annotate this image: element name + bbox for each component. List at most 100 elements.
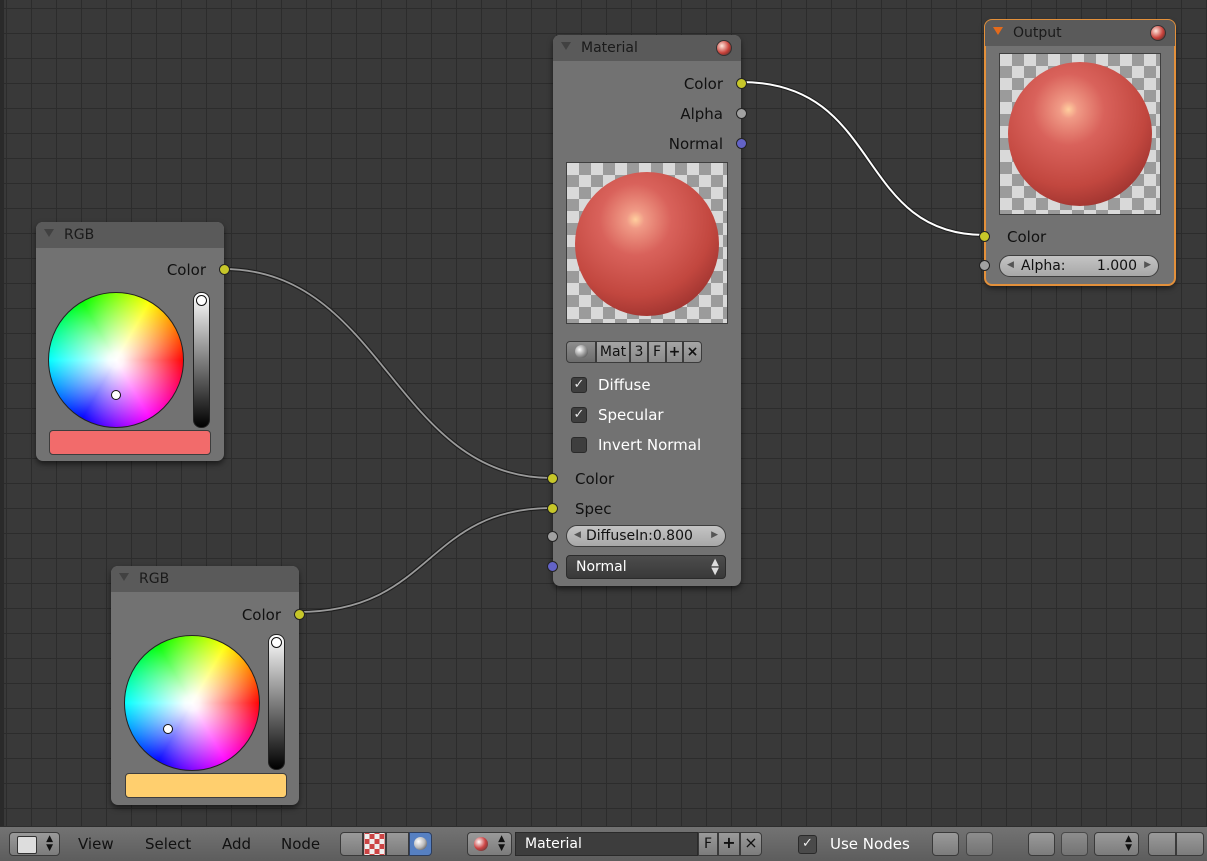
checkbox-check-icon[interactable]: ✓: [571, 377, 587, 393]
color-swatch[interactable]: [49, 430, 211, 455]
paste-nodes-icon[interactable]: [1176, 832, 1204, 856]
collapse-triangle-icon[interactable]: [993, 27, 1003, 35]
color-wheel-cursor[interactable]: [163, 724, 173, 734]
fake-user-button[interactable]: F: [648, 341, 666, 363]
node-editor-icon: [17, 836, 37, 854]
use-nodes-label: Use Nodes: [830, 835, 910, 853]
unlink-material-icon[interactable]: ×: [740, 832, 762, 856]
material-preview-icon[interactable]: [1150, 25, 1166, 41]
fake-user-button[interactable]: F: [698, 832, 718, 856]
checkbox-check-icon[interactable]: ✓: [571, 407, 587, 423]
checkbox-label: Specular: [598, 406, 664, 424]
menu-select[interactable]: Select: [145, 835, 191, 853]
color-wheel[interactable]: [124, 635, 260, 771]
color-wheel[interactable]: [48, 292, 184, 428]
updown-arrows-icon: ▲ ▼: [1125, 834, 1132, 853]
value-slider[interactable]: [193, 292, 210, 428]
value-slider[interactable]: [268, 634, 285, 770]
material-node[interactable]: Material Color Alpha Normal Mat 3 F + ×: [547, 35, 747, 586]
field-value: 1.000: [1096, 258, 1137, 274]
snap-icon[interactable]: [1061, 832, 1088, 856]
texture-nodes-icon[interactable]: [363, 832, 386, 856]
updown-arrows-icon: ▲ ▼: [498, 834, 505, 853]
diffuse-intensity-field[interactable]: ◀ DiffuseIn:0.800 ▶: [566, 525, 726, 547]
socket-label: Color: [166, 261, 206, 279]
collapse-triangle-icon[interactable]: [561, 42, 571, 50]
output-node[interactable]: Output Color ◀ Alpha: 1.000 ▶: [979, 19, 1176, 286]
color-wheel-cursor[interactable]: [111, 390, 121, 400]
socket-dot[interactable]: [736, 138, 747, 149]
socket-dot[interactable]: [547, 473, 558, 484]
menu-view[interactable]: View: [78, 835, 114, 853]
snap-element-selector[interactable]: ▲ ▼: [1094, 832, 1139, 856]
editor-type-selector[interactable]: ▲ ▼: [9, 832, 60, 856]
copy-nodes-icon[interactable]: [1148, 832, 1176, 856]
pin-icon[interactable]: [932, 832, 959, 856]
add-material-icon[interactable]: +: [718, 832, 740, 856]
socket-label: Normal: [668, 135, 723, 153]
output-preview: [999, 53, 1161, 215]
material-browse-icon[interactable]: [566, 341, 596, 363]
material-browse-button[interactable]: ▲ ▼: [467, 832, 512, 856]
node-title: Output: [1013, 25, 1062, 41]
output-socket-alpha: Alpha: [553, 103, 747, 125]
socket-dot[interactable]: [547, 503, 558, 514]
field-value: DiffuseIn:0.800: [586, 528, 693, 544]
input-socket-spec: Spec: [547, 498, 741, 520]
material-name-field[interactable]: Material: [515, 832, 698, 856]
collapse-triangle-icon[interactable]: [119, 573, 129, 581]
rgb-node-top[interactable]: RGB Color: [36, 222, 230, 461]
alpha-input-socket[interactable]: [979, 260, 990, 271]
color-swatch[interactable]: [125, 773, 287, 798]
material-datablock-selector[interactable]: Mat 3 F + ×: [566, 341, 702, 363]
decrement-arrow-icon[interactable]: ◀: [1007, 260, 1014, 270]
go-to-parent-icon[interactable]: [966, 832, 993, 856]
socket-dot[interactable]: [294, 609, 305, 620]
node-editor-canvas[interactable]: Material Color Alpha Normal Mat 3 F + ×: [0, 0, 1207, 826]
input-socket-color: Color: [547, 468, 741, 490]
checkbox-label: Diffuse: [598, 376, 651, 394]
menu-node[interactable]: Node: [281, 835, 320, 853]
dropdown-value: Normal: [576, 559, 627, 575]
collapse-triangle-icon[interactable]: [44, 229, 54, 237]
material-nodes-active-icon[interactable]: [409, 832, 432, 856]
alpha-field[interactable]: ◀ Alpha: 1.000 ▶: [999, 255, 1159, 277]
dropdown-arrows-icon: ▲ ▼: [711, 557, 719, 577]
increment-arrow-icon[interactable]: ▶: [711, 530, 718, 540]
normal-input-socket[interactable]: [547, 561, 558, 572]
backdrop-icon[interactable]: [1028, 832, 1055, 856]
material-node-header[interactable]: Material: [553, 35, 741, 61]
preview-sphere: [575, 172, 719, 316]
updown-arrows-icon: ▲ ▼: [46, 834, 53, 853]
field-label: Alpha:: [1021, 258, 1066, 274]
output-socket-color: Color: [36, 259, 230, 281]
decrement-arrow-icon[interactable]: ◀: [574, 530, 581, 540]
rgb-node-bottom[interactable]: RGB Color: [111, 566, 305, 805]
add-material-button[interactable]: +: [666, 341, 683, 363]
output-socket-color: Color: [111, 604, 305, 626]
menu-add[interactable]: Add: [222, 835, 251, 853]
socket-dot[interactable]: [219, 264, 230, 275]
material-preview-icon[interactable]: [716, 40, 732, 56]
value-slider-knob[interactable]: [271, 637, 282, 648]
compositing-nodes-icon[interactable]: [386, 832, 409, 856]
checkbox-check-icon[interactable]: ✓: [798, 835, 817, 854]
socket-label: Color: [683, 75, 723, 93]
increment-arrow-icon[interactable]: ▶: [1144, 260, 1151, 270]
diffuse-intensity-socket[interactable]: [547, 531, 558, 542]
normal-dropdown[interactable]: Normal ▲ ▼: [566, 555, 726, 579]
value-slider-knob[interactable]: [196, 295, 207, 306]
rgb-node-header[interactable]: RGB: [36, 222, 224, 248]
socket-dot[interactable]: [736, 108, 747, 119]
socket-label: Color: [241, 606, 281, 624]
user-count[interactable]: 3: [630, 341, 648, 363]
output-node-header[interactable]: Output: [985, 20, 1175, 46]
unlink-material-button[interactable]: ×: [683, 341, 702, 363]
node-title: Material: [581, 40, 638, 56]
checkbox-empty-icon[interactable]: [571, 437, 587, 453]
shader-nodes-icon[interactable]: [340, 832, 363, 856]
socket-dot[interactable]: [979, 231, 990, 242]
material-name-field[interactable]: Mat: [596, 341, 630, 363]
socket-dot[interactable]: [736, 78, 747, 89]
rgb-node-header[interactable]: RGB: [111, 566, 299, 592]
